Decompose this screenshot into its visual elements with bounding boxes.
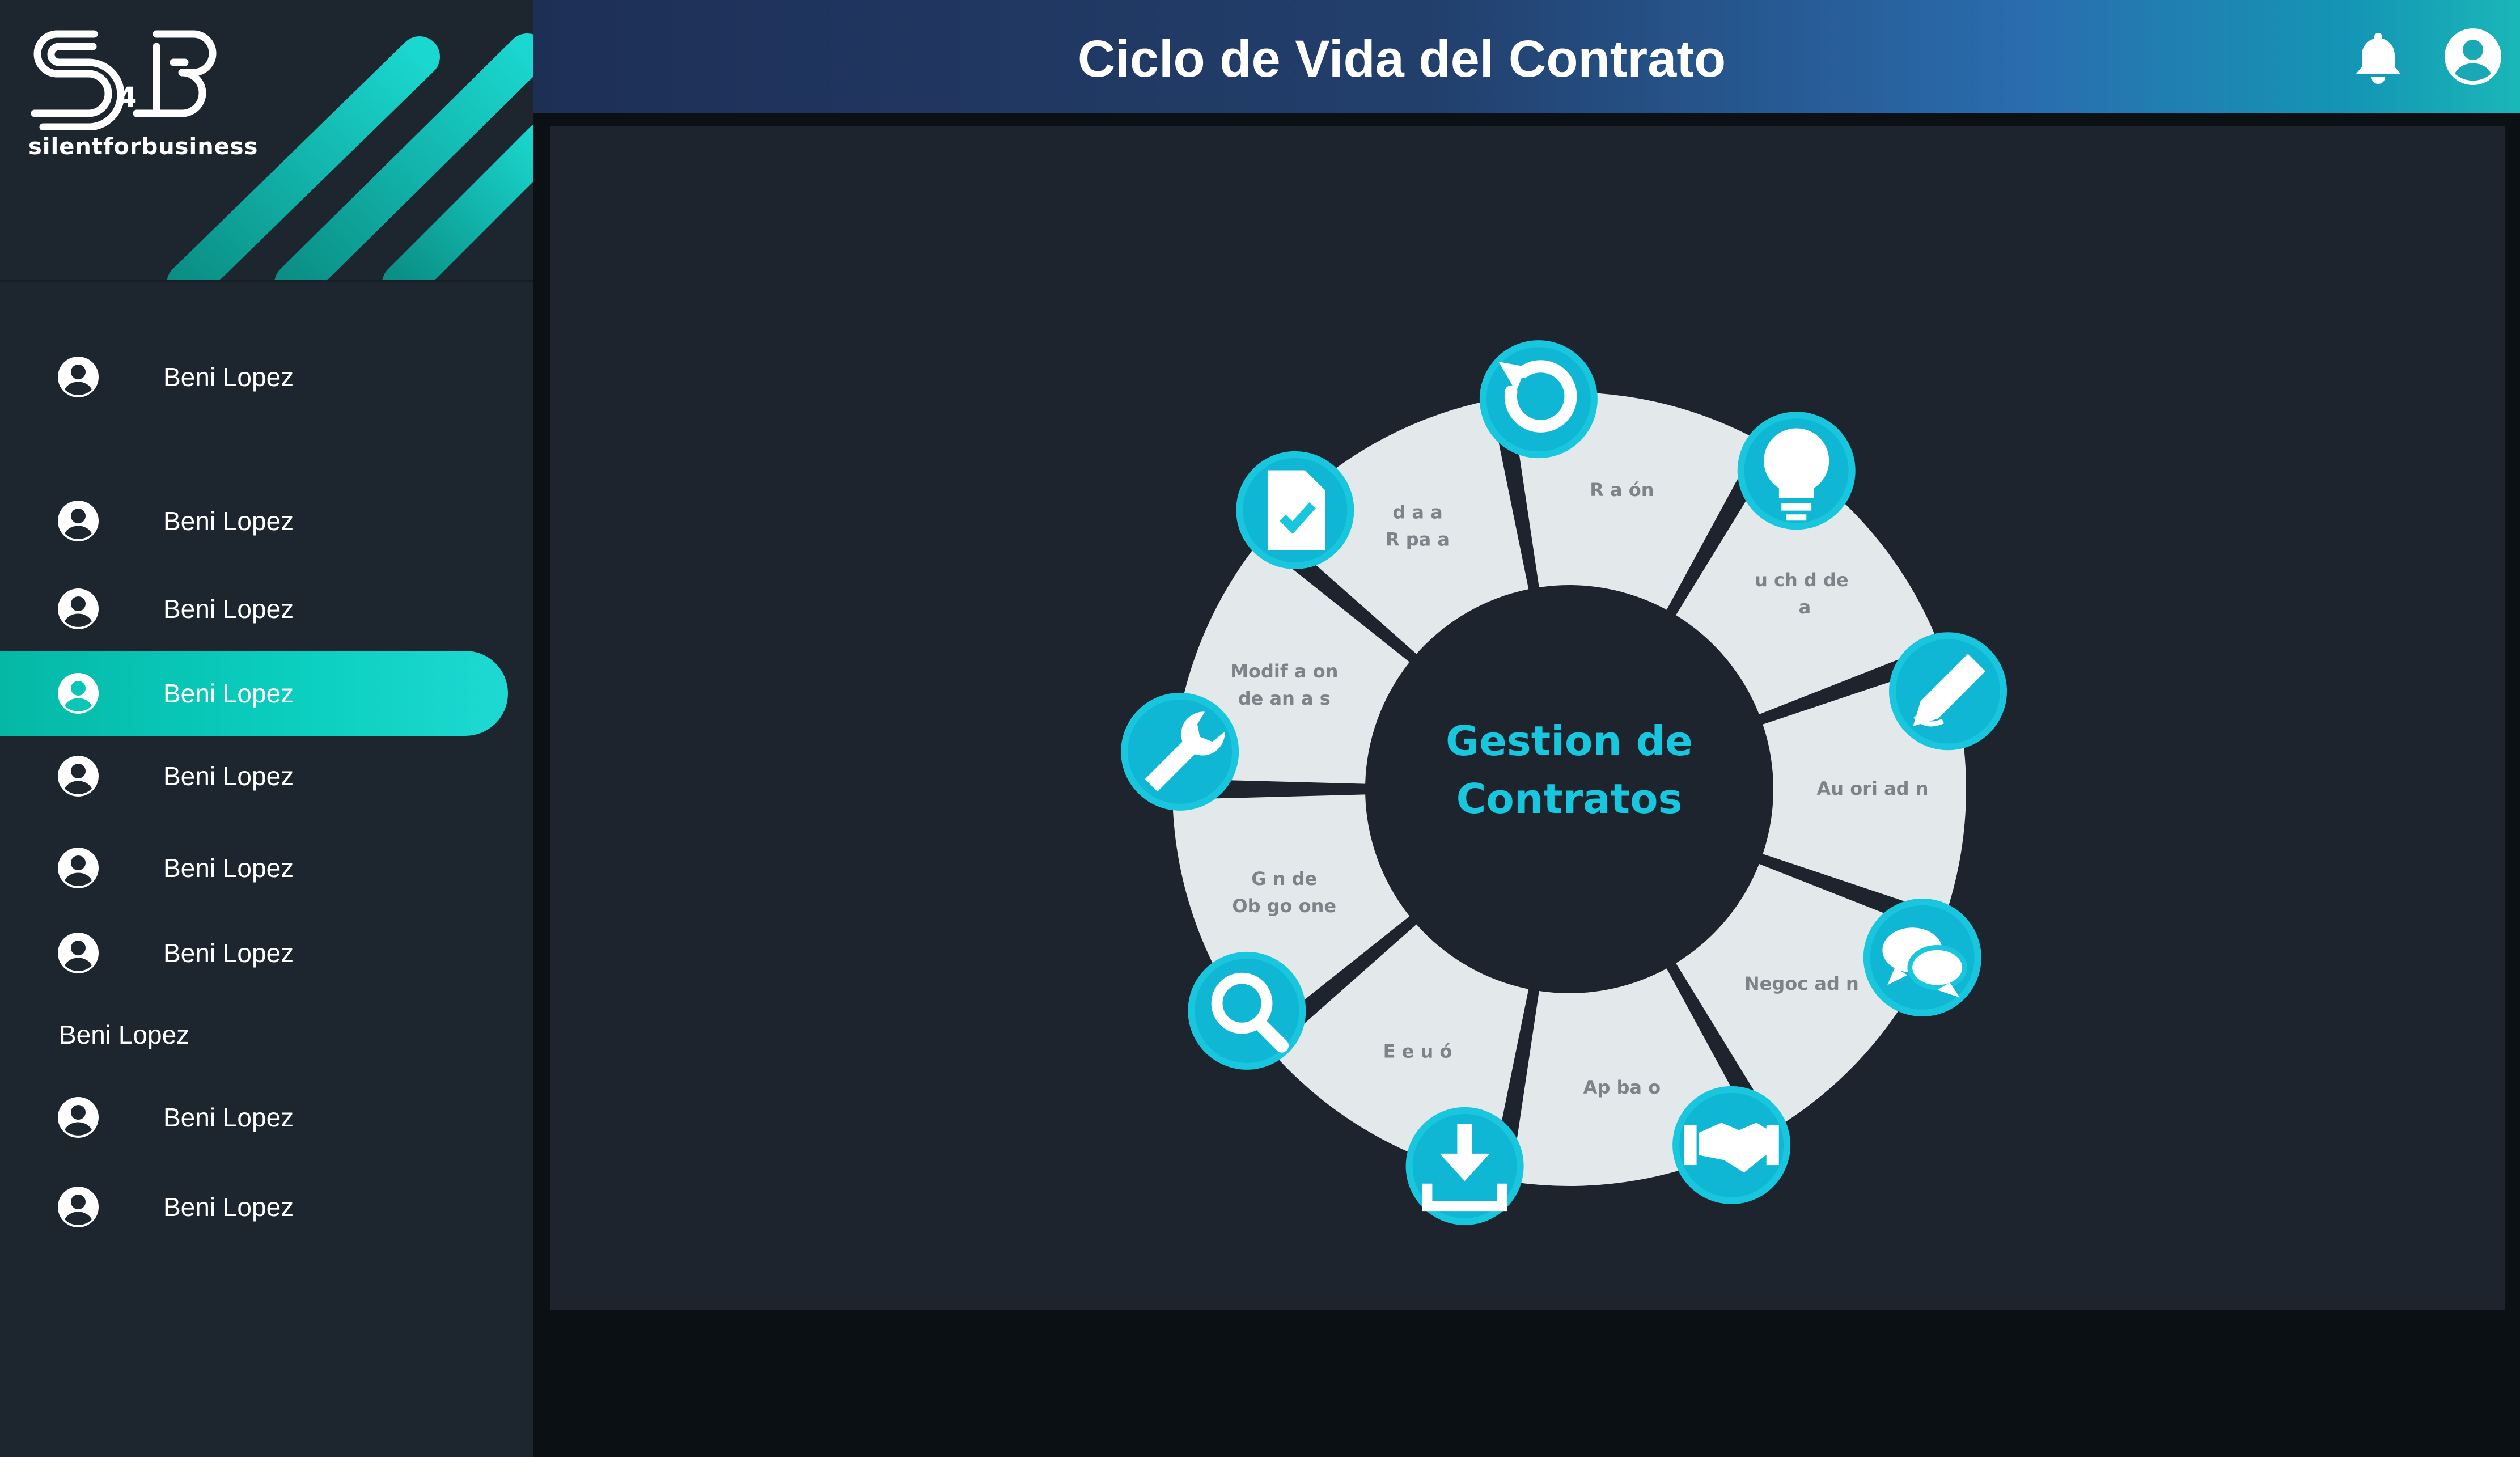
user-circle-icon — [58, 933, 99, 973]
bell-icon[interactable] — [2353, 28, 2404, 85]
user-circle-icon — [58, 357, 99, 397]
center-title-line1: Gestion de — [1446, 717, 1693, 765]
sidebar-item-label: Beni Lopez — [163, 938, 294, 968]
user-circle-icon — [58, 1187, 99, 1227]
center-title-line2: Contratos — [1456, 775, 1683, 823]
contract-lifecycle-wheel: Gestion de Contratos R a ónu ch d de a A… — [1121, 340, 2007, 1225]
sidebar-item-2[interactable]: Beni Lopez — [0, 478, 508, 564]
sidebar-item-label: Beni Lopez — [163, 853, 294, 883]
segment-label: Ap ba o — [1583, 1077, 1661, 1098]
user-circle-icon[interactable] — [2443, 27, 2502, 86]
user-circle-icon — [58, 501, 99, 541]
sidebar-item-1[interactable]: Beni Lopez — [0, 334, 508, 420]
document-check-icon[interactable] — [1236, 451, 1354, 569]
sidebar-item-5[interactable]: Beni Lopez — [0, 734, 508, 819]
lightbulb-icon[interactable] — [1737, 412, 1856, 530]
wrench-icon[interactable] — [1121, 692, 1239, 811]
sidebar-item-4-active[interactable]: Beni Lopez — [0, 651, 508, 736]
top-header: Ciclo de Vida del Contrato — [533, 0, 2520, 113]
sidebar-item-label: Beni Lopez — [163, 679, 294, 708]
sidebar-item-10[interactable]: Beni Lopez — [0, 1164, 508, 1250]
sidebar-item-label: Beni Lopez — [163, 506, 294, 536]
sidebar-item-8-plain[interactable]: Beni Lopez — [59, 1019, 189, 1050]
sidebar-item-7[interactable]: Beni Lopez — [0, 910, 508, 996]
sidebar-item-6[interactable]: Beni Lopez — [0, 825, 508, 910]
segment-label: Au ori ad n — [1817, 778, 1929, 799]
svg-text:4: 4 — [118, 82, 137, 113]
handshake-icon[interactable] — [1672, 1086, 1791, 1204]
chat-icon[interactable] — [1863, 899, 1981, 1017]
sidebar-item-3[interactable]: Beni Lopez — [0, 566, 508, 651]
user-circle-icon — [58, 1097, 99, 1138]
sidebar-item-label: Beni Lopez — [163, 1192, 294, 1222]
sidebar-item-label: Beni Lopez — [163, 761, 294, 791]
sidebar: 4 silentforbusiness Beni Lopez Beni Lope… — [0, 0, 533, 1457]
user-circle-icon — [58, 848, 99, 888]
segment-label: R a ón — [1590, 479, 1654, 501]
pencil-icon[interactable] — [1889, 632, 2007, 751]
search-icon[interactable] — [1188, 951, 1306, 1070]
brand-name: silentforbusiness — [28, 134, 259, 160]
segment-label: E e u ó — [1383, 1040, 1452, 1062]
page-title: Ciclo de Vida del Contrato — [1077, 30, 1726, 88]
sidebar-item-label: Beni Lopez — [163, 1103, 294, 1132]
user-circle-icon — [58, 588, 99, 629]
sidebar-item-label: Beni Lopez — [163, 362, 294, 392]
user-circle-icon — [58, 756, 99, 797]
main-panel: Gestion de Contratos R a ón u ch d de a A… — [550, 126, 2505, 1310]
refresh-icon[interactable] — [1479, 340, 1598, 459]
sidebar-item-9[interactable]: Beni Lopez — [0, 1075, 508, 1160]
s4b-logo: 4 — [31, 30, 217, 130]
sidebar-item-label: Beni Lopez — [163, 594, 294, 624]
user-circle-icon — [58, 673, 99, 714]
download-icon[interactable] — [1405, 1107, 1524, 1225]
segment-label: Negoc ad n — [1744, 973, 1859, 994]
